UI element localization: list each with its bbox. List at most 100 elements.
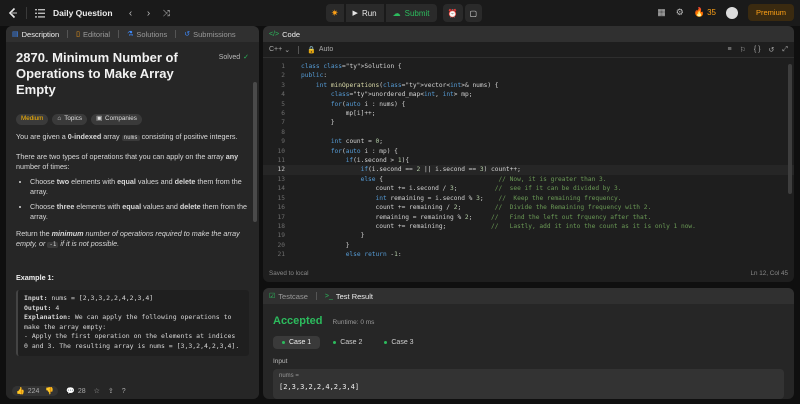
code-line[interactable]: 4 class="ty">unordered_map<int, int> mp; [263, 90, 794, 99]
code-line[interactable]: 5 for(auto i : nums) { [263, 100, 794, 109]
code-tab[interactable]: </> Code [269, 30, 300, 39]
line-text: if(i.second > 1){ [345, 157, 410, 165]
pass-dot-icon [333, 341, 337, 344]
example-title: Example 1: [16, 272, 54, 282]
line-text: } [301, 241, 350, 249]
expand-icon[interactable]: ⤢ [782, 46, 788, 54]
line-text: class class="ty">Solution { [301, 63, 402, 70]
braces-icon[interactable]: { } [754, 46, 761, 54]
shuffle-icon[interactable]: ⤨ [161, 8, 173, 19]
run-button[interactable]: ▶ Run [345, 4, 384, 22]
lock-icon: 🔒 [307, 46, 316, 54]
code-line[interactable]: 12 if(i.second == 2 || i.second == 3) co… [263, 165, 794, 175]
code-line[interactable]: 8 [263, 128, 794, 137]
code-line[interactable]: 21 else return -1; [263, 250, 794, 256]
editor-scrollbar[interactable] [788, 64, 792, 194]
line-text: else { // Now, it is greater than 3. [360, 175, 607, 183]
notes-button[interactable]: ▢ [464, 4, 483, 22]
pass-dot-icon [282, 341, 285, 344]
tab-editorial[interactable]: ▯ Editorial [76, 30, 110, 39]
code-line[interactable]: 3 int minOperations(class="ty">vector<in… [263, 81, 794, 90]
chevron-down-icon: ⌄ [284, 46, 291, 54]
star-icon[interactable]: ☆ [94, 387, 100, 395]
line-number: 10 [277, 147, 285, 155]
reset-icon[interactable]: ↺ [769, 46, 775, 54]
avatar[interactable] [725, 6, 738, 19]
document-icon: ▤ [12, 31, 19, 38]
top-bar: Daily Question ‹ › ⤨ ✷ ▶ Run ☁ Submit ⏰ … [0, 0, 800, 26]
layout-icon[interactable]: ▦ [657, 7, 666, 18]
code-line[interactable]: 20 } [263, 241, 794, 250]
flask-icon: ⚗ [127, 31, 134, 38]
solved-status: Solved ✓ [219, 53, 249, 64]
code-editor[interactable]: 1 class class="ty">Solution {2 public: 3 in… [263, 58, 794, 256]
tab-test-result[interactable]: >_ Test Result [325, 292, 373, 301]
list-item: Choose three elements with equal values … [30, 202, 249, 223]
left-footer: 👍 224 👎 💬 28 ☆ ⇪ ? [6, 383, 259, 399]
help-icon[interactable]: ? [122, 388, 126, 395]
code-tab-bar: </> Code [263, 26, 794, 42]
code-line[interactable]: 10 for(auto i : mp) { [263, 147, 794, 156]
code-line[interactable]: 2 public: [263, 71, 794, 80]
auto-mode[interactable]: 🔒 Auto [307, 46, 333, 54]
chevron-right-icon[interactable]: › [143, 8, 155, 19]
result-status: Accepted [273, 315, 323, 327]
thumbs-up-icon: 👍 [16, 388, 25, 395]
language-select[interactable]: C++ ⌄ [269, 46, 290, 54]
code-line[interactable]: 9 int count = 0; [263, 137, 794, 146]
list-item: Choose two elements with equal values an… [30, 177, 249, 198]
difficulty-badge[interactable]: Medium [16, 114, 49, 125]
line-number: 19 [277, 232, 285, 240]
thumbs-down-icon[interactable]: 👎 [45, 387, 54, 395]
line-text: else return -1; [345, 251, 402, 256]
bookmark-icon[interactable]: ⚐ [740, 46, 746, 54]
chevron-left-icon[interactable]: ‹ [125, 8, 137, 19]
tab-solutions[interactable]: ⚗ Solutions [127, 30, 167, 39]
format-icon[interactable]: ≡ [728, 46, 732, 54]
streak-counter[interactable]: 🔥 35 [694, 7, 716, 18]
scrollbar[interactable] [253, 82, 257, 222]
leetcode-logo-icon[interactable] [6, 6, 20, 20]
case-tab-2[interactable]: Case 2 [324, 336, 371, 349]
bug-icon: ✷ [331, 7, 339, 18]
cursor-position: Ln 12, Col 45 [750, 269, 788, 277]
tab-testcase[interactable]: ☑ Testcase [269, 292, 308, 301]
code-line[interactable]: 14 count += i.second / 3; // see if it c… [263, 184, 794, 193]
code-line[interactable]: 7 } [263, 118, 794, 127]
tab-description[interactable]: ▤ Description [12, 30, 59, 39]
code-line[interactable]: 11 if(i.second > 1){ [263, 156, 794, 165]
tab-submissions[interactable]: ↺ Submissions [184, 30, 235, 39]
gear-icon[interactable]: ⚙ [676, 7, 684, 18]
case-tab-3[interactable]: Case 3 [375, 336, 422, 349]
companies-button[interactable]: ▣ Companies [91, 114, 142, 125]
like-button[interactable]: 👍 224 👎 [12, 386, 59, 396]
problem-list-icon[interactable] [33, 6, 47, 20]
code-line[interactable]: 18 count += remaining; // Lastly, add it… [263, 222, 794, 231]
timer-button[interactable]: ⏰ [442, 4, 463, 22]
premium-button[interactable]: Premium [747, 4, 794, 21]
code-line[interactable]: 15 int remaining = i.second % 3; // Keep… [263, 194, 794, 203]
daily-question-title[interactable]: Daily Question [53, 8, 113, 18]
code-line[interactable]: 6 mp[i]++; [263, 109, 794, 118]
line-text: for(auto i : mp) { [330, 147, 398, 155]
case-tabs: Case 1 Case 2 Case 3 [273, 336, 784, 349]
debug-button[interactable]: ✷ [326, 4, 344, 22]
code-line[interactable]: 1 class class="ty">Solution { [263, 62, 794, 71]
description-panel: ▤ Description ▯ Editorial ⚗ Solutions ↺ … [6, 26, 259, 399]
code-line[interactable]: 13 else { // Now, it is greater than 3. [263, 175, 794, 184]
code-line[interactable]: 16 count += remaining / 2; // Divide the… [263, 203, 794, 212]
share-icon[interactable]: ⇪ [108, 387, 114, 395]
left-tab-bar: ▤ Description ▯ Editorial ⚗ Solutions ↺ … [6, 26, 259, 42]
line-number: 14 [277, 185, 285, 193]
line-number: 13 [277, 175, 285, 183]
topics-button[interactable]: ⌂ Topics [52, 114, 88, 125]
code-line[interactable]: 19 } [263, 231, 794, 240]
line-text: if(i.second == 2 || i.second == 3) count… [360, 166, 521, 174]
description-paragraph: There are two types of operations that y… [16, 151, 239, 172]
test-panel: ☑ Testcase >_ Test Result Accepted Runti… [263, 288, 794, 399]
comments-button[interactable]: 💬 28 [66, 387, 86, 396]
case-tab-1[interactable]: Case 1 [273, 336, 321, 349]
submit-button[interactable]: ☁ Submit [385, 4, 437, 22]
code-line[interactable]: 17 remaining = remaining % 2; // Find th… [263, 213, 794, 222]
check-circle-icon: ✓ [243, 54, 249, 61]
